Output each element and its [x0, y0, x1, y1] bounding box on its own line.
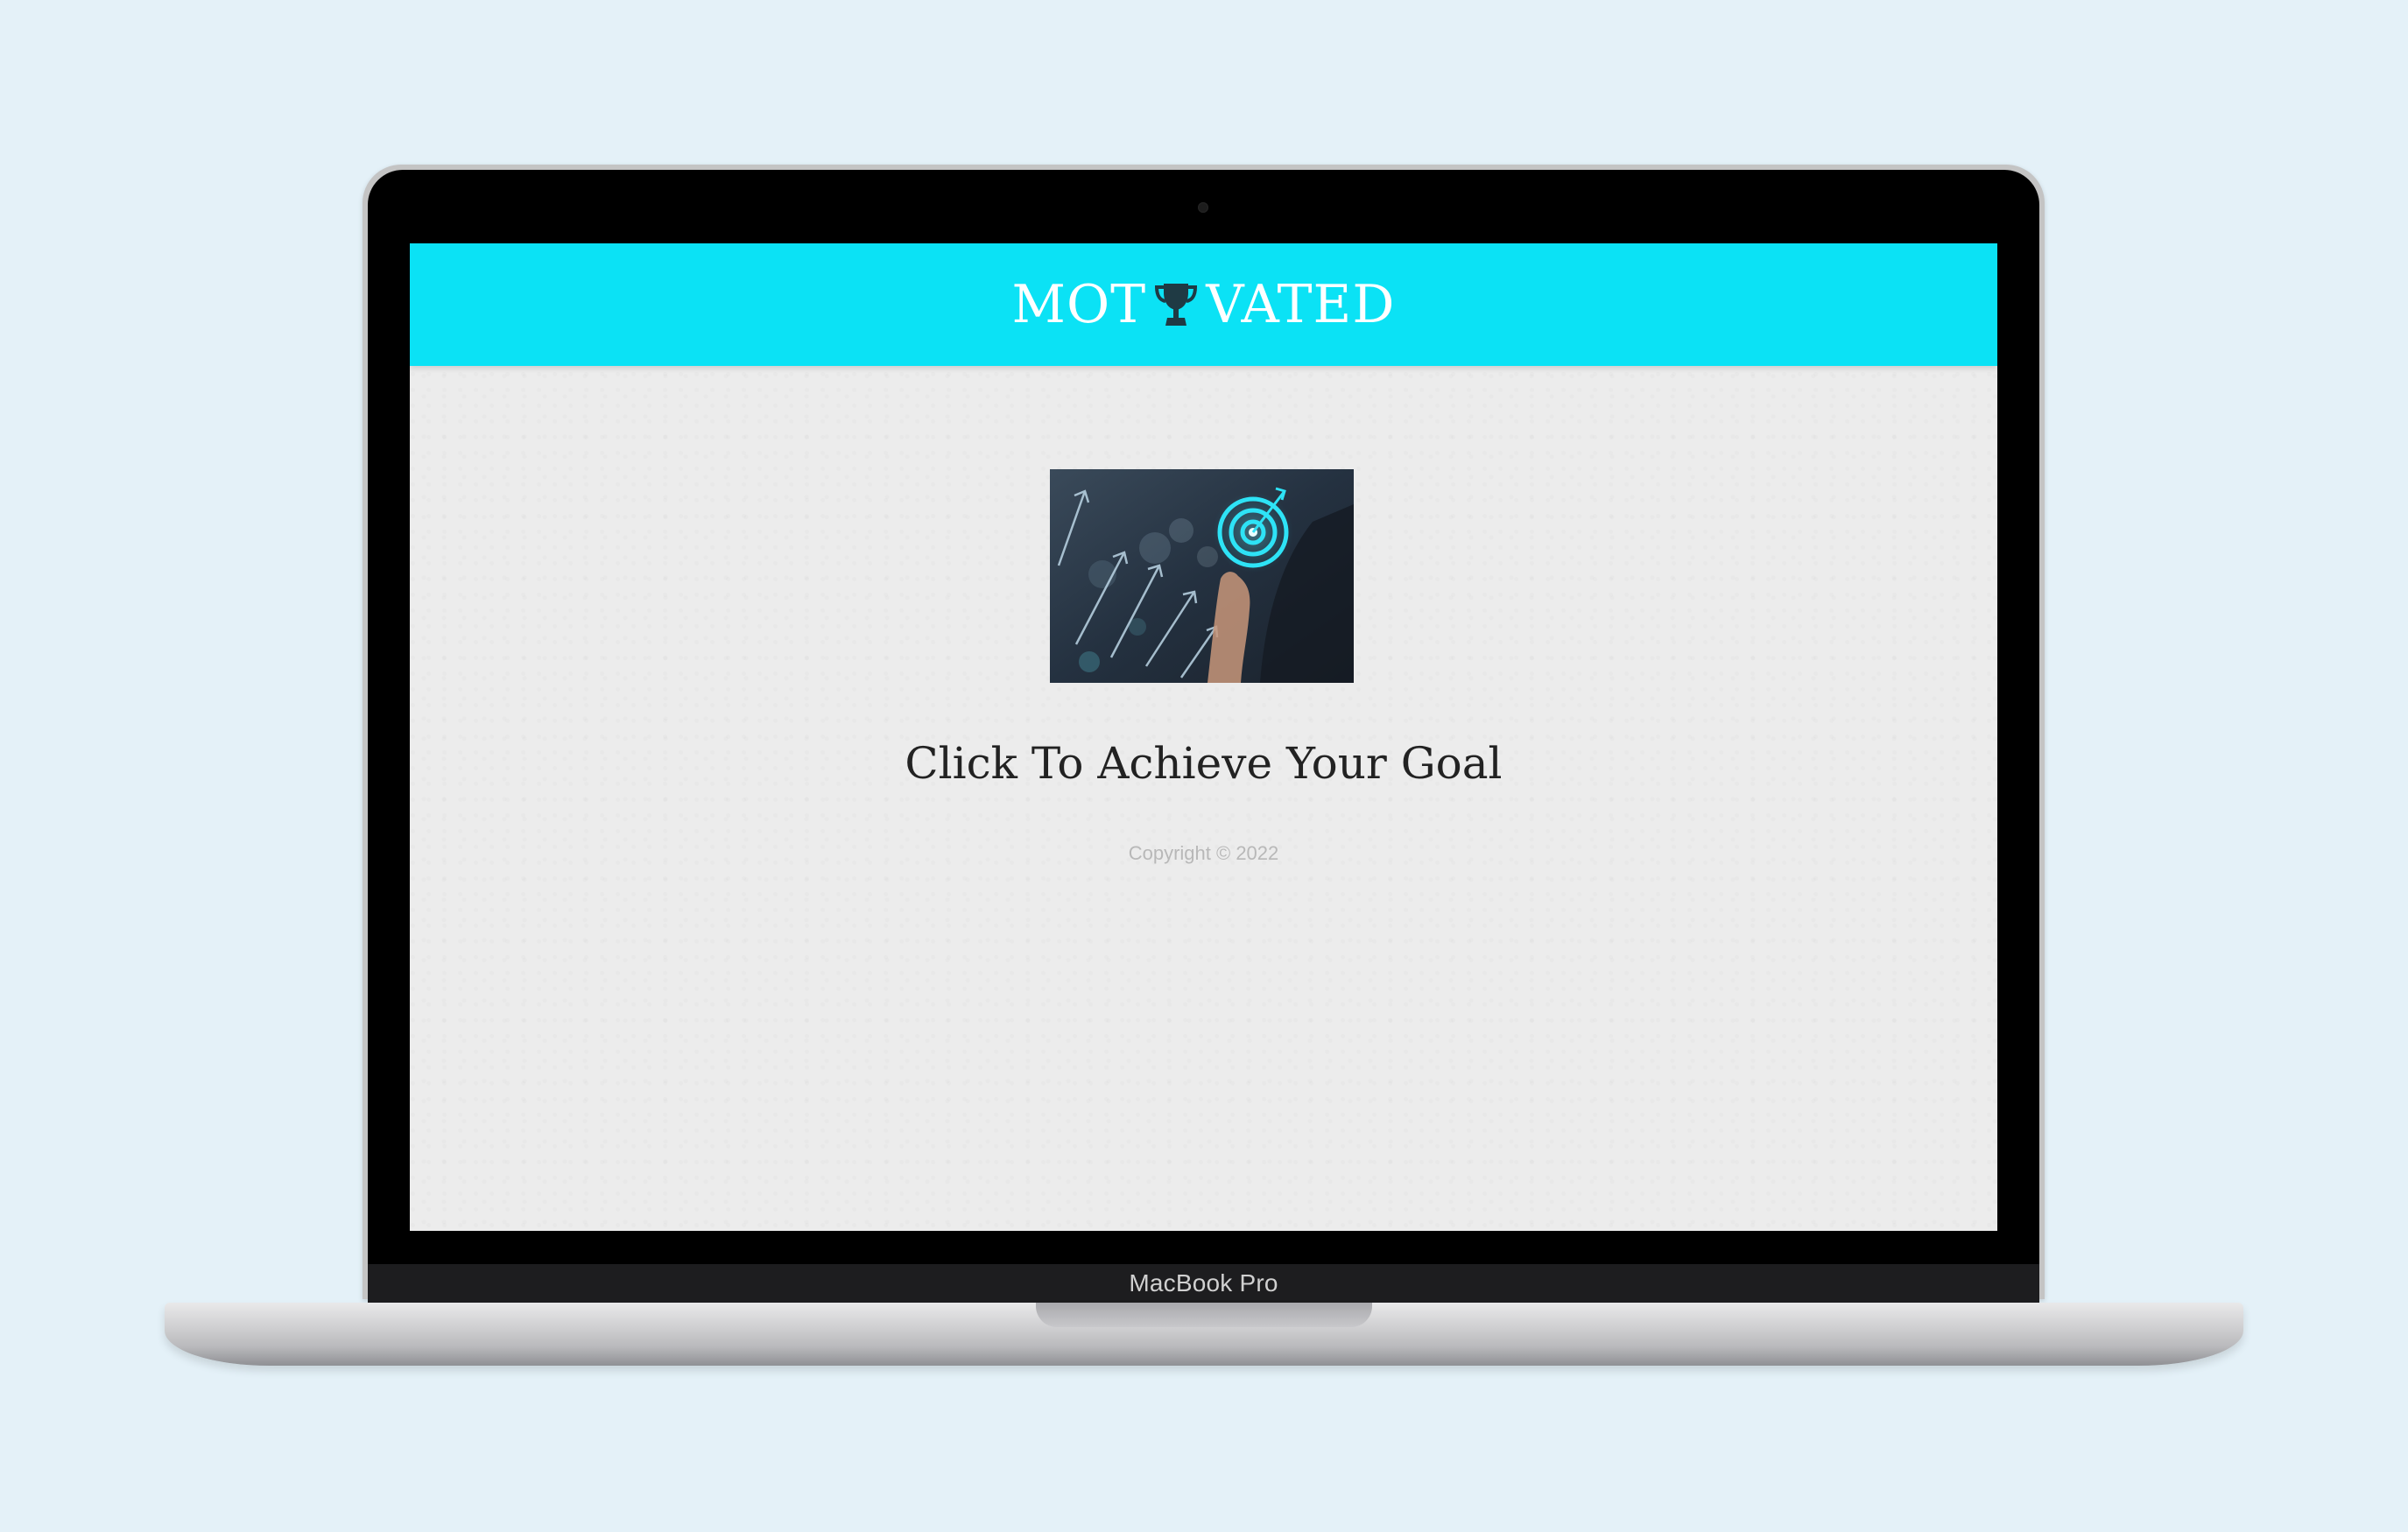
target-goal-image[interactable]	[1050, 469, 1354, 683]
device-model-label: MacBook Pro	[1129, 1269, 1278, 1297]
site-header: MOT VATED	[410, 243, 1997, 366]
screen-bottom-bezel: MacBook Pro	[368, 1264, 2039, 1303]
laptop-notch	[1036, 1303, 1372, 1327]
copyright-text: Copyright © 2022	[1128, 842, 1279, 864]
trophy-icon	[1155, 284, 1198, 326]
site-logo[interactable]: MOT VATED	[1012, 278, 1396, 331]
cta-link[interactable]: Click To Achieve Your Goal	[410, 738, 1997, 789]
logo-text-left: MOT	[1011, 274, 1147, 335]
logo-text-right: VATED	[1206, 274, 1396, 335]
camera-icon	[1198, 202, 1208, 213]
browser-viewport: MOT VATED Click To Achieve Your Goal Cop…	[410, 243, 1997, 1231]
